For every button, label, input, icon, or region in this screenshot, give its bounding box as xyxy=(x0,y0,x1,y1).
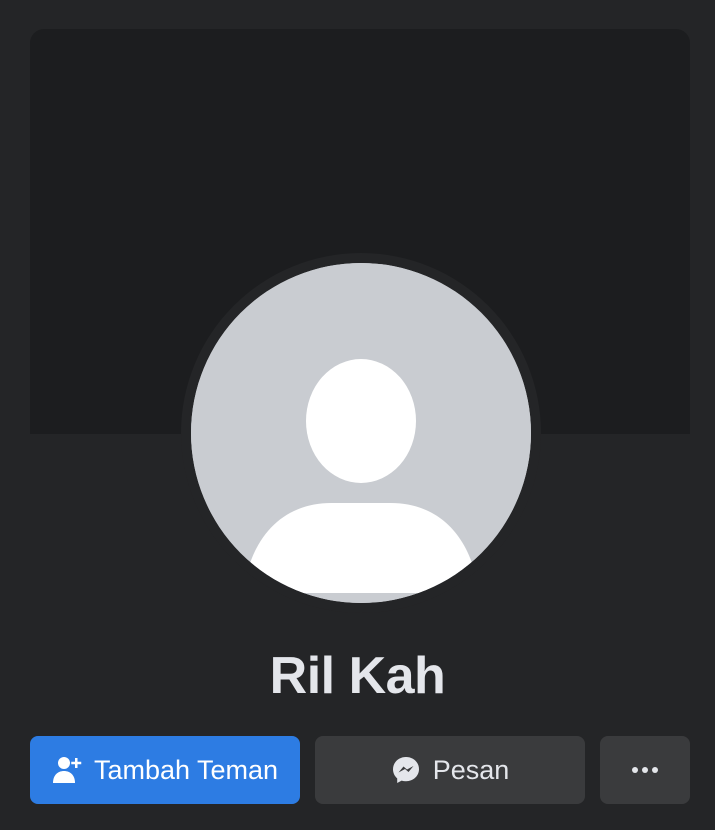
profile-page: Ril Kah Tambah Teman Pesan xyxy=(0,0,715,830)
messenger-icon xyxy=(391,755,421,785)
person-plus-icon xyxy=(52,755,82,785)
default-avatar-icon xyxy=(191,263,531,603)
add-friend-button[interactable]: Tambah Teman xyxy=(30,736,300,804)
add-friend-label: Tambah Teman xyxy=(93,754,279,785)
message-label: Pesan xyxy=(432,754,510,785)
more-options-button[interactable] xyxy=(600,736,690,804)
ellipsis-icon xyxy=(631,766,659,774)
profile-picture-frame xyxy=(181,253,541,613)
message-button[interactable]: Pesan xyxy=(315,736,585,804)
profile-name: Ril Kah xyxy=(269,647,446,705)
profile-picture[interactable] xyxy=(191,263,531,603)
